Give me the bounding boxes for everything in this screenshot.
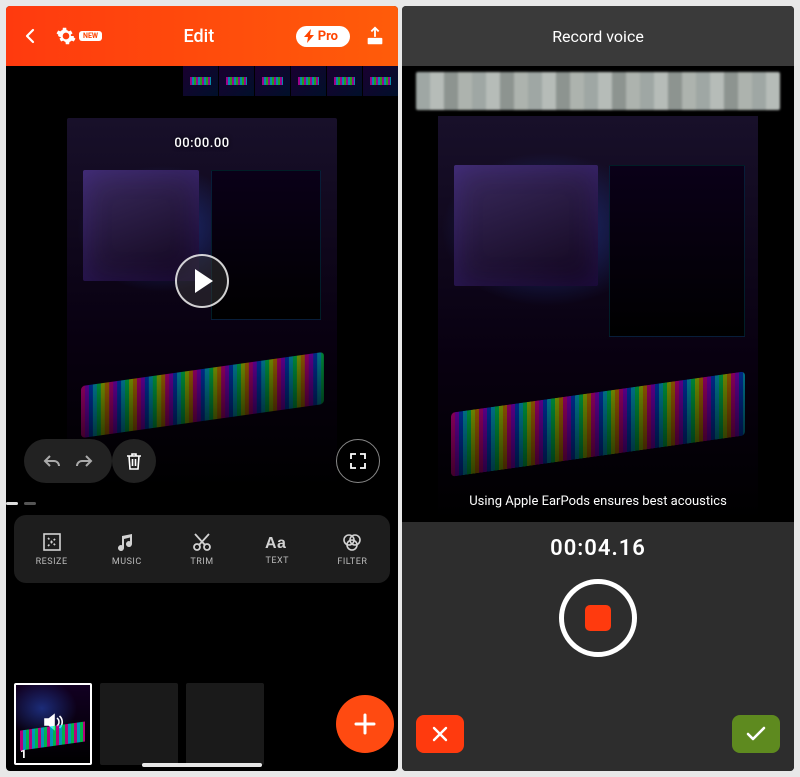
- record-voice-screen: Record voice Using Apple EarPods ensures…: [402, 6, 794, 771]
- clip-row[interactable]: 1: [6, 675, 398, 771]
- trim-icon: [191, 531, 213, 553]
- bolt-icon: [304, 29, 316, 43]
- record-header: Record voice: [402, 6, 794, 66]
- settings-new-badge: NEW: [79, 31, 102, 41]
- fullscreen-button[interactable]: [336, 439, 380, 483]
- tool-filter-label: FILTER: [337, 557, 367, 567]
- tool-trim-label: TRIM: [190, 557, 213, 567]
- record-timecode: 00:04.16: [550, 536, 646, 561]
- tool-resize[interactable]: RESIZE: [14, 515, 89, 583]
- filter-icon: [341, 531, 363, 553]
- timeline-thumbnails[interactable]: [182, 66, 398, 96]
- tool-trim[interactable]: TRIM: [164, 515, 239, 583]
- undo-redo-group: [24, 439, 112, 483]
- undo-icon[interactable]: [42, 453, 62, 469]
- close-icon: [431, 725, 449, 743]
- text-icon: Aa: [265, 532, 289, 552]
- record-stop-button[interactable]: [559, 579, 637, 657]
- pro-label: Pro: [318, 29, 338, 44]
- tool-filter[interactable]: FILTER: [315, 515, 390, 583]
- editor-header: NEW Edit Pro: [6, 6, 398, 66]
- record-tip: Using Apple EarPods ensures best acousti…: [438, 494, 758, 509]
- check-icon: [746, 726, 766, 742]
- tool-text-label: TEXT: [265, 556, 289, 566]
- record-panel: 00:04.16: [402, 522, 794, 771]
- gear-icon: [56, 26, 76, 46]
- record-video-preview: Using Apple EarPods ensures best acousti…: [438, 116, 758, 521]
- preview-controls: [6, 434, 398, 488]
- music-icon: [116, 531, 138, 553]
- speaker-icon: [42, 711, 64, 733]
- tool-resize-label: RESIZE: [36, 557, 68, 567]
- preview-area: 00:00.00: [6, 66, 398, 496]
- svg-text:Aa: Aa: [265, 535, 286, 552]
- settings-button[interactable]: NEW: [56, 26, 102, 46]
- record-title: Record voice: [552, 27, 644, 46]
- stop-icon: [585, 605, 611, 631]
- clip-audio-icon: [42, 711, 64, 737]
- back-button[interactable]: [18, 24, 42, 48]
- resize-icon: [41, 531, 63, 553]
- add-clip-button[interactable]: [336, 695, 394, 753]
- preview-timecode: 00:00.00: [174, 136, 229, 151]
- toolbar: RESIZE MUSIC TRIM Aa TEXT FILTER: [14, 515, 390, 583]
- export-button[interactable]: [364, 25, 386, 47]
- toolbar-page-indicator: [6, 502, 398, 505]
- trash-icon: [125, 451, 143, 471]
- back-icon: [22, 28, 38, 44]
- clip-empty-1[interactable]: [100, 683, 178, 765]
- export-icon: [364, 25, 386, 47]
- editor-title: Edit: [183, 26, 214, 47]
- ad-banner[interactable]: [416, 72, 780, 110]
- fullscreen-icon: [350, 453, 366, 469]
- tool-music[interactable]: MUSIC: [89, 515, 164, 583]
- record-cancel-button[interactable]: [416, 715, 464, 753]
- home-indicator: [142, 763, 262, 767]
- tool-music-label: MUSIC: [112, 557, 142, 567]
- clip-index: 1: [20, 747, 27, 761]
- clip-1[interactable]: 1: [14, 683, 92, 765]
- redo-icon[interactable]: [74, 453, 94, 469]
- tool-text[interactable]: Aa TEXT: [240, 515, 315, 583]
- record-confirm-button[interactable]: [732, 715, 780, 753]
- pro-button[interactable]: Pro: [296, 26, 350, 47]
- clip-empty-2[interactable]: [186, 683, 264, 765]
- editor-screen: NEW Edit Pro 00:00.00: [6, 6, 398, 771]
- delete-button[interactable]: [112, 439, 156, 483]
- plus-icon: [352, 711, 378, 737]
- play-button[interactable]: [175, 254, 229, 308]
- play-icon: [193, 269, 215, 293]
